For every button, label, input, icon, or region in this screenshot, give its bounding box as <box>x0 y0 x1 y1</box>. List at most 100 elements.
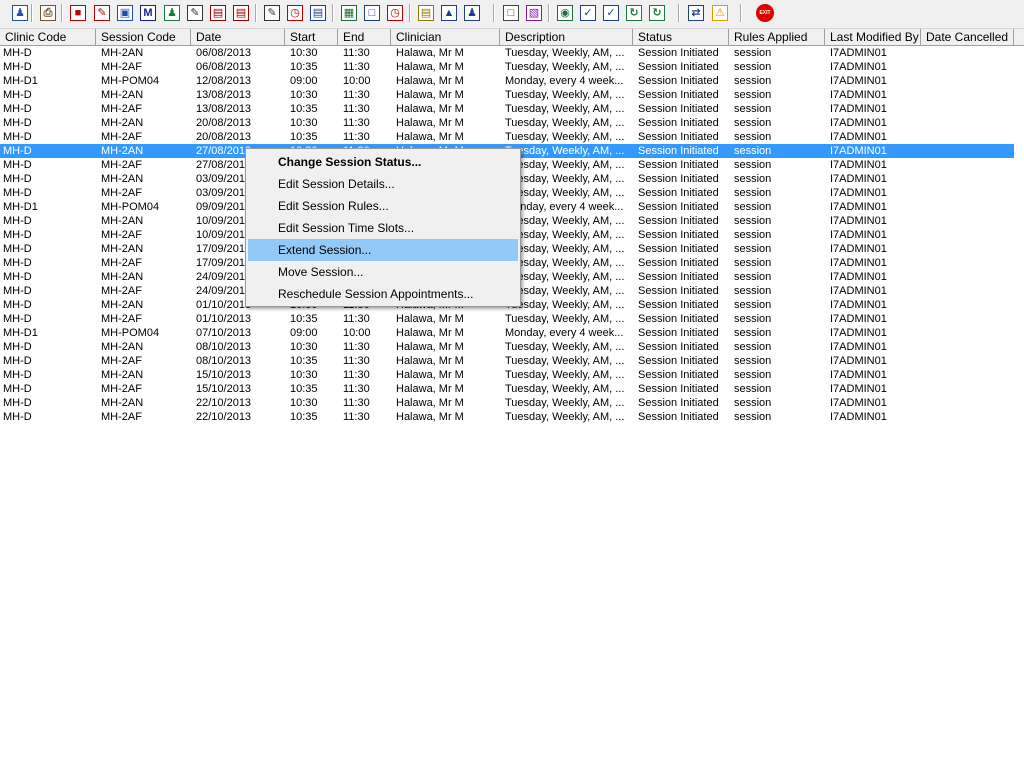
table-row[interactable]: MH-D MH-2AN 15/10/2013 10:30 11:30 Halawa, Mr… <box>0 368 1014 382</box>
cell-date-cancelled <box>923 256 1014 270</box>
cell-status: Session Initiated <box>638 299 719 311</box>
refresh-check-icon: ↻ <box>649 5 665 21</box>
column-header-description[interactable]: Description <box>500 29 633 45</box>
table-row[interactable]: MH-D MH-2AF 20/08/2013 10:35 11:30 Halawa, Mr… <box>0 130 1014 144</box>
cell-clinician: Halawa, Mr M <box>396 103 464 115</box>
cell-description: Tuesday, Weekly, AM, ... <box>505 187 625 199</box>
toolbar-button-check-list[interactable]: ✓ <box>578 3 598 23</box>
cell-clinic-code: MH-D <box>3 299 32 311</box>
cell-date-cancelled <box>923 200 1014 214</box>
column-header-date-cancelled[interactable]: Date Cancelled <box>921 29 1014 45</box>
column-header-start[interactable]: Start <box>285 29 338 45</box>
cell-clinician: Halawa, Mr M <box>396 411 464 423</box>
toolbar-button-window-list[interactable]: ▤ <box>308 3 328 23</box>
column-header-date[interactable]: Date <box>191 29 285 45</box>
toolbar-button-clipboard-edit[interactable]: ✎ <box>262 3 282 23</box>
cell-last-modified-by: I7ADMIN01 <box>830 257 887 269</box>
menu-item-edit-session-time-slots[interactable]: Edit Session Time Slots... <box>248 217 518 239</box>
cell-clinic-code: MH-D <box>3 383 32 395</box>
cell-clinician: Halawa, Mr M <box>396 131 464 143</box>
toolbar-button-clock[interactable]: ◷ <box>285 3 305 23</box>
cell-date-cancelled <box>923 46 1014 60</box>
cell-date-cancelled <box>923 60 1014 74</box>
toolbar-button-document-image[interactable]: ▣ <box>115 3 135 23</box>
menu-item-move-session[interactable]: Move Session... <box>248 261 518 283</box>
cell-status: Session Initiated <box>638 327 719 339</box>
toolbar-button-warning[interactable]: ⚠ <box>710 3 730 23</box>
cell-date-cancelled <box>923 270 1014 284</box>
cell-start: 10:30 <box>290 47 318 59</box>
column-header-rules-applied[interactable]: Rules Applied <box>729 29 825 45</box>
cell-date: 15/10/2013 <box>196 383 252 395</box>
table-row[interactable]: MH-D MH-2AF 13/08/2013 10:35 11:30 Halawa, Mr… <box>0 102 1014 116</box>
toolbar-button-book-edit[interactable]: ✎ <box>92 3 112 23</box>
toolbar-button-refresh-list[interactable]: ↻ <box>624 3 644 23</box>
cell-description: Tuesday, Weekly, AM, ... <box>505 131 625 143</box>
menu-item-edit-session-details[interactable]: Edit Session Details... <box>248 173 518 195</box>
toolbar-button-printer[interactable]: ⎙ <box>38 3 58 23</box>
menu-item-extend-session[interactable]: Extend Session... <box>248 239 518 261</box>
table-row[interactable]: MH-D1 MH-POM04 07/10/2013 09:00 10:00 Halawa,… <box>0 326 1014 340</box>
toolbar-button-gauge[interactable]: ◷ <box>385 3 405 23</box>
cell-session-code: MH-2AN <box>101 173 144 185</box>
toolbar-button-exit[interactable]: EXIT <box>755 3 775 23</box>
toolbar-button-person-green[interactable]: ♟ <box>162 3 182 23</box>
column-header-session-code[interactable]: Session Code <box>96 29 191 45</box>
column-header-status[interactable]: Status <box>633 29 729 45</box>
cell-date-cancelled <box>923 102 1014 116</box>
table-row[interactable]: MH-D MH-2AN 13/08/2013 10:30 11:30 Halawa, Mr… <box>0 88 1014 102</box>
toolbar-button-chart-doc[interactable]: ▦ <box>339 3 359 23</box>
cell-last-modified-by: I7ADMIN01 <box>830 285 887 297</box>
table-row[interactable]: MH-D MH-2AF 06/08/2013 10:35 11:30 Halawa, Mr… <box>0 60 1014 74</box>
table-row[interactable]: MH-D MH-2AN 06/08/2013 10:30 11:30 Halawa, Mr… <box>0 46 1014 60</box>
cell-start: 10:30 <box>290 117 318 129</box>
toolbar-button-swap-arrows[interactable]: ⇄ <box>686 3 706 23</box>
table-row[interactable]: MH-D MH-2AF 22/10/2013 10:35 11:30 Halawa, Mr… <box>0 410 1014 424</box>
toolbar-button-refresh-check[interactable]: ↻ <box>647 3 667 23</box>
cell-session-code: MH-2AN <box>101 341 144 353</box>
clipboard-edit-icon: ✎ <box>264 5 280 21</box>
cell-clinic-code: MH-D1 <box>3 327 38 339</box>
cell-rules-applied: session <box>734 131 772 143</box>
toolbar-button-book-red[interactable]: ■ <box>68 3 88 23</box>
cell-clinician: Halawa, Mr M <box>396 327 464 339</box>
menu-item-reschedule-session-appointments[interactable]: Reschedule Session Appointments... <box>248 283 518 305</box>
table-row[interactable]: MH-D MH-2AN 22/10/2013 10:30 11:30 Halawa, Mr… <box>0 396 1014 410</box>
table-row[interactable]: MH-D MH-2AF 08/10/2013 10:35 11:30 Halawa, Mr… <box>0 354 1014 368</box>
cell-last-modified-by: I7ADMIN01 <box>830 313 887 325</box>
toolbar-button-card-view[interactable]: ▤ <box>231 3 251 23</box>
column-header-clinic-code[interactable]: Clinic Code <box>0 29 96 45</box>
toolbar-button-check-list-blue[interactable]: ✓ <box>601 3 621 23</box>
toolbar-button-person-seat[interactable]: ♟ <box>462 3 482 23</box>
toolbar-button-chat-doc[interactable]: □ <box>362 3 382 23</box>
menu-item-change-session-status[interactable]: Change Session Status... <box>248 151 518 173</box>
toolbar-button-card-red[interactable]: ▤ <box>208 3 228 23</box>
table-row[interactable]: MH-D MH-2AN 20/08/2013 10:30 11:30 Halawa, Mr… <box>0 116 1014 130</box>
table-row[interactable]: MH-D MH-2AN 08/10/2013 10:30 11:30 Halawa, Mr… <box>0 340 1014 354</box>
document-image-icon: ▣ <box>117 5 133 21</box>
menu-item-edit-session-rules[interactable]: Edit Session Rules... <box>248 195 518 217</box>
column-header-end[interactable]: End <box>338 29 391 45</box>
toolbar-button-mail-m[interactable]: M <box>138 3 158 23</box>
toolbar-button-notes-yellow[interactable]: ▤ <box>416 3 436 23</box>
cell-status: Session Initiated <box>638 229 719 241</box>
cell-date: 22/10/2013 <box>196 411 252 423</box>
toolbar-button-user[interactable]: ♟ <box>10 3 30 23</box>
toolbar-button-bar-chart[interactable]: ▧ <box>524 3 544 23</box>
table-row[interactable]: MH-D1 MH-POM04 12/08/2013 09:00 10:00 Halawa,… <box>0 74 1014 88</box>
column-header-clinician[interactable]: Clinician <box>391 29 500 45</box>
toolbar-button-car[interactable]: ▲ <box>439 3 459 23</box>
cell-rules-applied: session <box>734 173 772 185</box>
cell-date-cancelled <box>923 158 1014 172</box>
table-row[interactable]: MH-D MH-2AF 01/10/2013 10:35 11:30 Halawa, Mr… <box>0 312 1014 326</box>
toolbar-button-blank-page[interactable]: □ <box>501 3 521 23</box>
table-row[interactable]: MH-D MH-2AF 15/10/2013 10:35 11:30 Halawa, Mr… <box>0 382 1014 396</box>
cell-start: 10:35 <box>290 411 318 423</box>
cell-rules-applied: session <box>734 355 772 367</box>
cell-date-cancelled <box>923 340 1014 354</box>
cell-last-modified-by: I7ADMIN01 <box>830 173 887 185</box>
cell-end: 11:30 <box>343 117 370 129</box>
toolbar-button-notepad-edit[interactable]: ✎ <box>185 3 205 23</box>
column-header-last-modified-by[interactable]: Last Modified By <box>825 29 921 45</box>
toolbar-button-globe-tools[interactable]: ◉ <box>555 3 575 23</box>
